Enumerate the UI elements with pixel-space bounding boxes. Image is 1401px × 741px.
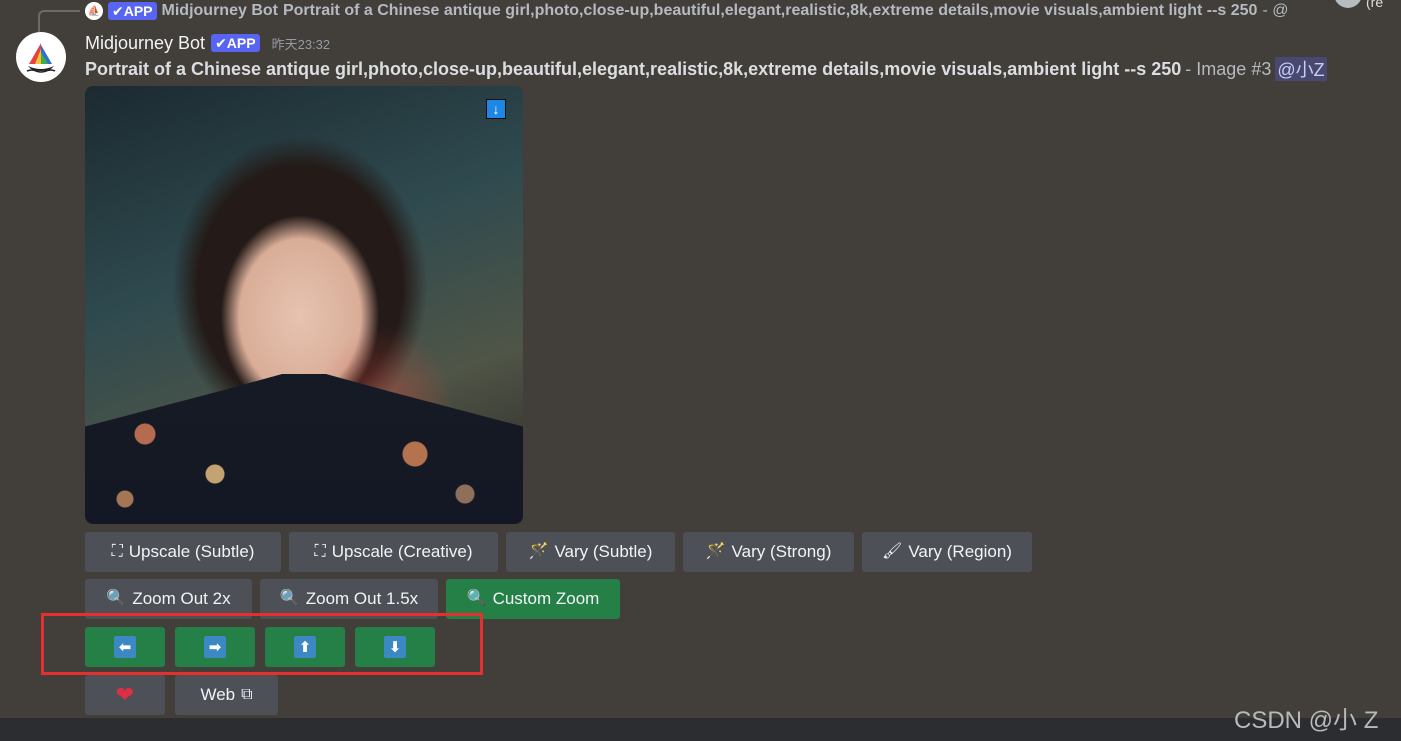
discord-message-view: (re ⛵ ✔APP Midjourney Bot Portrait of a …	[0, 0, 1401, 741]
sailboat-icon	[26, 43, 56, 73]
user-mention[interactable]: @小Z	[1275, 57, 1327, 81]
vary-strong-button[interactable]: 🪄 Vary (Strong)	[683, 532, 854, 572]
upscale-creative-label: Upscale (Creative)	[331, 542, 473, 561]
zoom-out-2x-label: Zoom Out 2x	[132, 589, 231, 608]
prompt-text: Portrait of a Chinese antique girl,photo…	[85, 58, 1182, 79]
prompt-line: Portrait of a Chinese antique girl,photo…	[85, 57, 1395, 81]
image-number: - Image #3	[1185, 58, 1272, 79]
vary-subtle-button[interactable]: 🪄 Vary (Subtle)	[506, 532, 675, 572]
external-link-icon: ⧉	[241, 686, 253, 703]
web-button[interactable]: Web ⧉	[175, 675, 278, 715]
author-name[interactable]: Midjourney Bot	[85, 33, 205, 54]
web-label: Web	[200, 685, 236, 704]
timestamp[interactable]: 昨天23:32	[272, 34, 331, 53]
magic-wand-icon: 🪄	[528, 543, 549, 560]
generated-portrait-image[interactable]	[85, 86, 523, 524]
magnifier-icon: 🔍	[106, 590, 127, 607]
reply-avatar: ⛵	[85, 2, 103, 20]
reply-app-badge: ✔APP	[108, 2, 157, 20]
message-header: Midjourney Bot ✔APP 昨天23:32	[85, 30, 330, 56]
reply-reference[interactable]: ⛵ ✔APP Midjourney Bot Portrait of a Chin…	[85, 0, 1401, 22]
magnifier-icon: 🔍	[466, 590, 487, 607]
action-row-1: ⛶ Upscale (Subtle) ⛶ Upscale (Creative) …	[85, 532, 1032, 572]
reply-text: Portrait of a Chinese antique girl,photo…	[282, 2, 1258, 19]
zoom-out-1-5x-label: Zoom Out 1.5x	[305, 589, 419, 608]
custom-zoom-label: Custom Zoom	[492, 589, 600, 608]
app-badge: ✔APP	[211, 34, 260, 52]
magnifier-icon: 🔍	[279, 590, 300, 607]
reply-spine	[38, 10, 80, 32]
robe-pattern	[85, 374, 523, 524]
upscale-subtle-button[interactable]: ⛶ Upscale (Subtle)	[85, 532, 281, 572]
vary-strong-label: Vary (Strong)	[731, 542, 832, 561]
upscale-creative-button[interactable]: ⛶ Upscale (Creative)	[289, 532, 498, 572]
magic-wand-icon: 🪄	[705, 543, 726, 560]
expand-icon: ⛶	[111, 543, 123, 560]
upscale-subtle-label: Upscale (Subtle)	[128, 542, 255, 561]
vary-region-button[interactable]: 🖌 Vary (Region)	[862, 532, 1032, 572]
download-icon[interactable]: ↓	[486, 99, 506, 119]
vary-region-label: Vary (Region)	[908, 542, 1012, 561]
bot-avatar[interactable]	[16, 32, 66, 82]
reply-author[interactable]: Midjourney Bot	[162, 2, 278, 20]
bottom-bar	[0, 718, 1401, 741]
heart-icon: ❤	[115, 682, 135, 707]
annotation-highlight-box	[41, 613, 483, 675]
paintbrush-icon: 🖌	[882, 543, 903, 560]
expand-icon: ⛶	[314, 543, 326, 560]
watermark: CSDN @小 Z	[1234, 707, 1379, 734]
action-row-4: ❤ Web ⧉	[85, 675, 278, 715]
reply-tail: - @	[1262, 2, 1289, 19]
favorite-button[interactable]: ❤	[85, 675, 165, 715]
vary-subtle-label: Vary (Subtle)	[554, 542, 653, 561]
